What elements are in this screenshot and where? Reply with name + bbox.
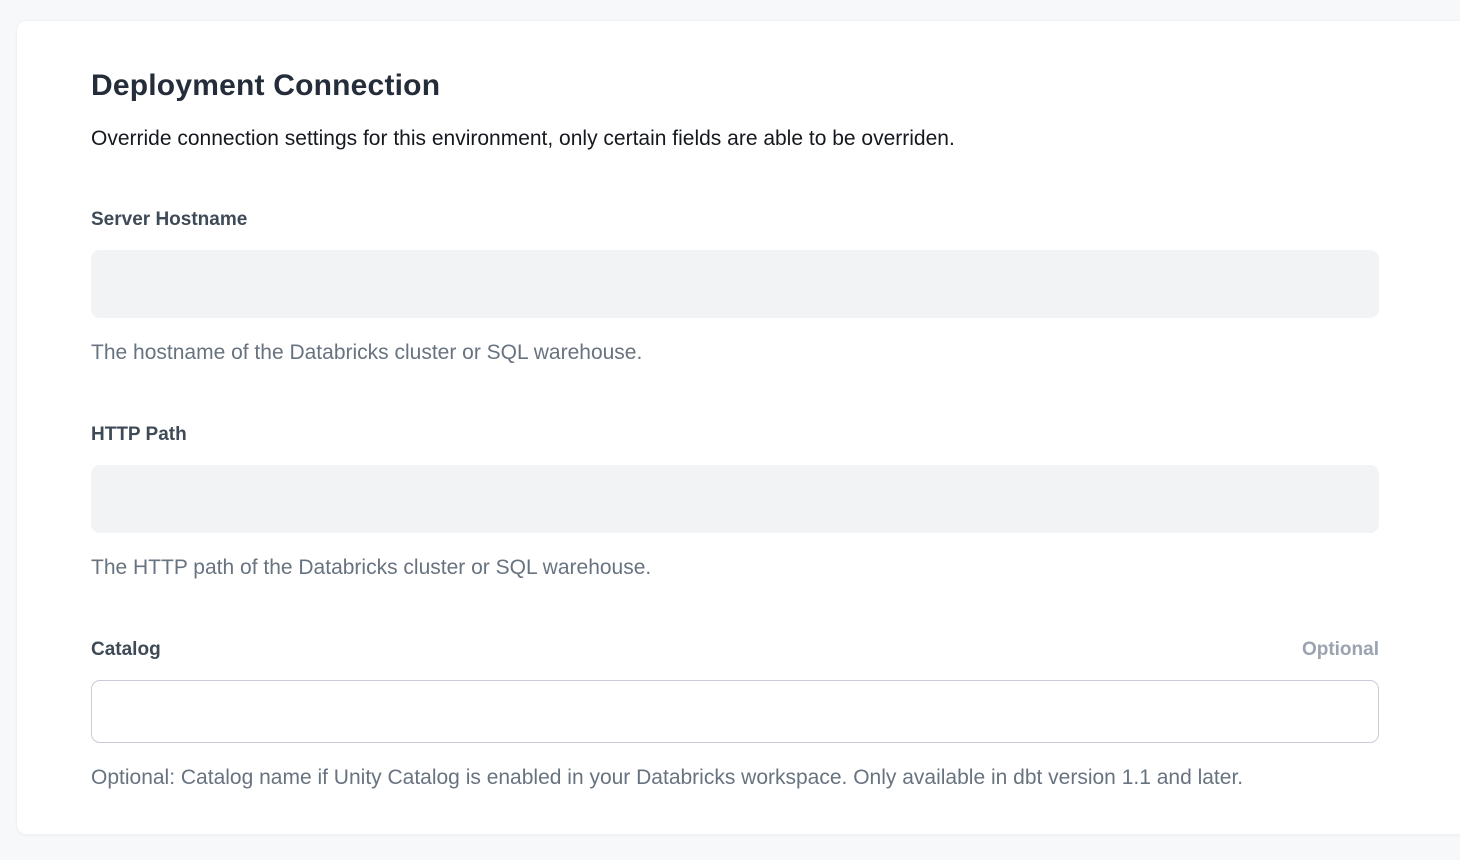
http-path-label: HTTP Path bbox=[91, 423, 187, 446]
deployment-connection-card: Deployment Connection Override connectio… bbox=[16, 20, 1460, 835]
catalog-optional-badge: Optional bbox=[1302, 638, 1379, 661]
http-path-help: The HTTP path of the Databricks cluster … bbox=[91, 555, 1379, 581]
field-catalog: Catalog Optional Optional: Catalog name … bbox=[91, 638, 1379, 791]
field-http-path: HTTP Path The HTTP path of the Databrick… bbox=[91, 423, 1379, 581]
catalog-help: Optional: Catalog name if Unity Catalog … bbox=[91, 765, 1379, 791]
page-subtitle: Override connection settings for this en… bbox=[91, 126, 1379, 152]
http-path-label-row: HTTP Path bbox=[91, 423, 1379, 446]
card-content: Deployment Connection Override connectio… bbox=[17, 21, 1379, 791]
server-hostname-label-row: Server Hostname bbox=[91, 208, 1379, 231]
catalog-input[interactable] bbox=[91, 680, 1379, 743]
http-path-input bbox=[91, 465, 1379, 533]
connection-fields: Server Hostname The hostname of the Data… bbox=[91, 208, 1379, 791]
catalog-label: Catalog bbox=[91, 638, 161, 661]
server-hostname-input bbox=[91, 250, 1379, 318]
page-title: Deployment Connection bbox=[91, 67, 1379, 105]
field-server-hostname: Server Hostname The hostname of the Data… bbox=[91, 208, 1379, 366]
catalog-label-row: Catalog Optional bbox=[91, 638, 1379, 661]
server-hostname-help: The hostname of the Databricks cluster o… bbox=[91, 340, 1379, 366]
server-hostname-label: Server Hostname bbox=[91, 208, 247, 231]
